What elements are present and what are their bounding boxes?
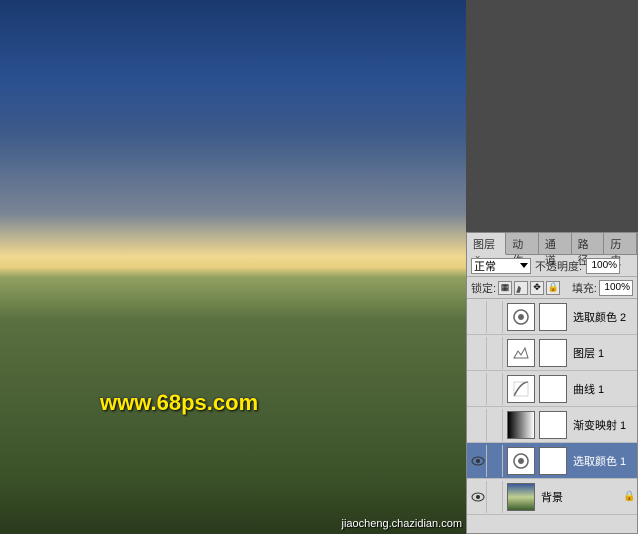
document-canvas[interactable]: www.68ps.com jiaocheng.chazidian.com (0, 0, 466, 534)
visibility-toggle[interactable] (469, 409, 487, 441)
fill-input[interactable]: 100% (599, 280, 633, 296)
layer-list: 选取颜色 2 图层 1 曲线 1 渐变映射 1 (467, 299, 637, 533)
link-col[interactable] (489, 409, 503, 441)
tab-paths[interactable]: 路径 (572, 233, 605, 254)
opacity-label: 不透明度: (535, 258, 582, 274)
curves-icon[interactable] (507, 375, 535, 403)
selective-color-icon[interactable] (507, 303, 535, 331)
layers-panel: 图层× 动作 通道 路径 历史 正常 不透明度: 100% 锁定: ▦ ✥ 🔒 … (466, 232, 638, 534)
chevron-down-icon (520, 263, 528, 268)
visibility-toggle[interactable] (469, 301, 487, 333)
tab-layers[interactable]: 图层× (467, 233, 506, 255)
fill-label: 填充: (572, 280, 597, 296)
background-thumbnail[interactable] (507, 483, 535, 511)
link-col[interactable] (489, 373, 503, 405)
layer-name[interactable]: 曲线 1 (569, 381, 635, 397)
gradient-map-icon[interactable] (507, 411, 535, 439)
link-col[interactable] (489, 337, 503, 369)
lock-icon: 🔒 (623, 491, 635, 502)
tab-actions[interactable]: 动作 (506, 233, 539, 254)
visibility-toggle[interactable] (469, 337, 487, 369)
visibility-toggle[interactable] (469, 373, 487, 405)
layer-row[interactable]: 曲线 1 (467, 371, 637, 407)
panel-tabs: 图层× 动作 通道 路径 历史 (467, 233, 637, 255)
blend-mode-select[interactable]: 正常 (471, 258, 531, 274)
opacity-input[interactable]: 100% (586, 258, 620, 274)
layer-row[interactable]: 选取颜色 2 (467, 299, 637, 335)
layer-row[interactable]: 选取颜色 1 (467, 443, 637, 479)
layer-name[interactable]: 选取颜色 2 (569, 309, 635, 325)
lock-label: 锁定: (471, 280, 496, 296)
layer-mask-icon[interactable] (539, 447, 567, 475)
blend-opacity-row: 正常 不透明度: 100% (467, 255, 637, 277)
lock-all-icon[interactable]: 🔒 (546, 281, 560, 295)
layer-row[interactable]: 渐变映射 1 (467, 407, 637, 443)
tab-history[interactable]: 历史 (604, 233, 637, 254)
layer-mask-icon[interactable] (539, 339, 567, 367)
watermark-secondary: jiaocheng.chazidian.com (342, 518, 462, 530)
layer-name[interactable]: 背景 (537, 489, 621, 505)
layer-row[interactable]: 背景 🔒 (467, 479, 637, 515)
lock-transparency-icon[interactable]: ▦ (498, 281, 512, 295)
layer-mask-icon[interactable] (539, 375, 567, 403)
layer-mask-icon[interactable] (539, 411, 567, 439)
layer-mask-icon[interactable] (539, 303, 567, 331)
link-col[interactable] (489, 445, 503, 477)
lock-pixels-icon[interactable] (514, 281, 528, 295)
levels-icon[interactable] (507, 339, 535, 367)
visibility-toggle[interactable] (469, 481, 487, 513)
visibility-toggle[interactable] (469, 445, 487, 477)
watermark-main: www.68ps.com (100, 390, 258, 416)
link-col[interactable] (489, 481, 503, 513)
tab-channels[interactable]: 通道 (539, 233, 572, 254)
layer-name[interactable]: 选取颜色 1 (569, 453, 635, 469)
layer-row[interactable]: 图层 1 (467, 335, 637, 371)
layer-name[interactable]: 图层 1 (569, 345, 635, 361)
lock-fill-row: 锁定: ▦ ✥ 🔒 填充: 100% (467, 277, 637, 299)
lock-position-icon[interactable]: ✥ (530, 281, 544, 295)
link-col[interactable] (489, 301, 503, 333)
selective-color-icon[interactable] (507, 447, 535, 475)
layer-name[interactable]: 渐变映射 1 (569, 417, 635, 433)
